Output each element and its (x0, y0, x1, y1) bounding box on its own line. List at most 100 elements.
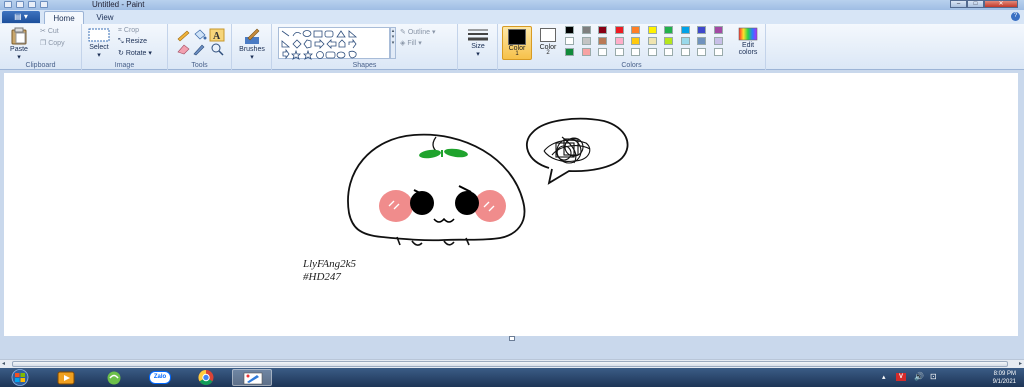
copy-button[interactable]: ❐ Copy (40, 39, 65, 47)
copy-label: Copy (48, 40, 65, 47)
tab-view[interactable]: View (86, 11, 124, 24)
outline-button[interactable]: ✎ Outline ▾ (400, 28, 435, 36)
palette-swatch[interactable] (713, 26, 723, 34)
quick-access-toolbar (4, 1, 48, 8)
canvas-resize-handle[interactable] (509, 336, 515, 341)
taskbar-chrome[interactable] (186, 369, 226, 386)
volume-icon[interactable]: 🔊 (914, 372, 924, 381)
shapes-gallery[interactable] (278, 27, 390, 60)
antivirus-icon[interactable]: V (896, 373, 906, 381)
palette-swatch[interactable] (614, 37, 624, 45)
clock-date[interactable]: 9/1/2021 (993, 379, 1016, 385)
color1-button[interactable]: Color 1 (502, 26, 532, 60)
rotate-icon: ↻ (118, 50, 124, 57)
network-icon[interactable]: ⊡ (930, 372, 937, 381)
taskbar-paint[interactable] (232, 369, 272, 386)
paint-menu-button[interactable]: ▤ ▾ (2, 11, 40, 23)
colors-group-label: Colors (621, 62, 642, 69)
cut-button[interactable]: ✂ Cut (40, 27, 59, 35)
palette-swatch[interactable] (598, 37, 607, 45)
show-hidden-icons[interactable]: ▴ (882, 373, 886, 381)
tab-home[interactable]: Home (44, 11, 84, 24)
palette-swatch[interactable] (697, 37, 706, 45)
palette-swatch[interactable] (647, 26, 657, 34)
scroll-left-arrow[interactable]: ◂ (2, 360, 5, 367)
drawing-canvas[interactable]: LlyFAng2k5 #HD247 (4, 73, 1018, 336)
drawing: LlyFAng2k5 #HD247 (302, 117, 629, 283)
color1-number: 1 (515, 51, 519, 57)
edit-colors-button[interactable]: Edit colors (732, 26, 764, 60)
minimize-button[interactable]: – (950, 0, 967, 8)
speech-bubble (526, 117, 629, 185)
palette-swatch[interactable] (581, 48, 591, 56)
rotate-button[interactable]: ↻ Rotate ▾ (118, 49, 152, 57)
select-button[interactable]: Select ▾ (84, 27, 114, 59)
tools-group: A Tools (168, 24, 232, 70)
palette-swatch[interactable] (631, 48, 640, 56)
maximize-button[interactable]: □ (967, 0, 984, 8)
palette-swatch[interactable] (631, 26, 640, 34)
taskbar-media-player[interactable] (46, 369, 86, 386)
resize-icon: ⤡ (118, 38, 124, 45)
size-group[interactable]: Size ▾ (458, 24, 498, 70)
horizontal-scrollbar[interactable]: ◂ ▸ (0, 359, 1024, 368)
palette-swatch[interactable] (664, 48, 673, 56)
select-label: Select (89, 44, 109, 51)
paste-button[interactable]: Paste ▾ (4, 27, 34, 61)
palette-swatch[interactable] (614, 26, 624, 34)
palette-swatch[interactable] (664, 37, 673, 45)
scroll-right-arrow[interactable]: ▸ (1019, 360, 1022, 367)
clipboard-icon (11, 27, 27, 45)
resize-button[interactable]: ⤡ Resize (118, 38, 147, 46)
shapes-scroll[interactable]: ▴ ▾ ▾ (390, 27, 396, 59)
windows-logo-icon (11, 369, 29, 386)
paint-app-icon[interactable] (4, 1, 12, 8)
palette-swatch[interactable] (647, 37, 657, 45)
taskbar-app-green[interactable] (94, 369, 134, 386)
color2-button[interactable]: Color 2 (535, 26, 561, 60)
palette-swatch[interactable] (697, 48, 706, 56)
palette-swatch[interactable] (598, 26, 607, 34)
clock-time[interactable]: 8:09 PM (994, 371, 1016, 377)
palette-swatch[interactable] (680, 48, 690, 56)
image-group-label: Image (114, 62, 135, 69)
size-button[interactable]: Size ▾ (462, 28, 494, 58)
palette-swatch[interactable] (581, 37, 591, 45)
fill-bucket-icon (194, 29, 207, 40)
brushes-group[interactable]: Brushes ▾ (232, 24, 272, 70)
save-icon[interactable] (16, 1, 24, 8)
palette-swatch[interactable] (598, 48, 607, 56)
help-icon[interactable]: ? (1011, 12, 1020, 21)
crop-label: Crop (123, 27, 140, 34)
start-button[interactable] (6, 369, 34, 386)
green-app-icon (107, 371, 121, 385)
outline-icon: ✎ (400, 29, 406, 36)
palette-swatch[interactable] (581, 26, 591, 34)
palette-swatch[interactable] (697, 26, 706, 34)
close-button[interactable]: ✕ (984, 0, 1018, 8)
palette-swatch[interactable] (713, 48, 723, 56)
scrollbar-thumb[interactable] (12, 361, 1008, 367)
right-eye (455, 191, 479, 215)
crop-icon: ⌗ (118, 27, 122, 34)
palette-swatch[interactable] (680, 37, 690, 45)
brushes-button[interactable]: Brushes ▾ (234, 27, 270, 61)
palette-swatch[interactable] (713, 37, 723, 45)
palette-swatch[interactable] (614, 48, 624, 56)
taskbar-zalo[interactable]: Zalo (140, 369, 180, 386)
color2-swatch (540, 28, 556, 42)
crop-button[interactable]: ⌗ Crop (118, 27, 139, 35)
redo-icon[interactable] (40, 1, 48, 8)
fill-button[interactable]: ◈ Fill ▾ (400, 39, 422, 47)
undo-icon[interactable] (28, 1, 36, 8)
palette-swatch[interactable] (680, 26, 690, 34)
palette-swatch[interactable] (631, 37, 640, 45)
palette-swatch[interactable] (565, 37, 574, 45)
palette-swatch[interactable] (565, 48, 574, 56)
palette-swatch[interactable] (565, 26, 574, 34)
palette-swatch[interactable] (664, 26, 673, 34)
scissors-icon: ✂ (40, 28, 46, 35)
palette-swatch[interactable] (647, 48, 657, 56)
zalo-icon: Zalo (149, 371, 171, 384)
outline-label: Outline (407, 29, 431, 36)
